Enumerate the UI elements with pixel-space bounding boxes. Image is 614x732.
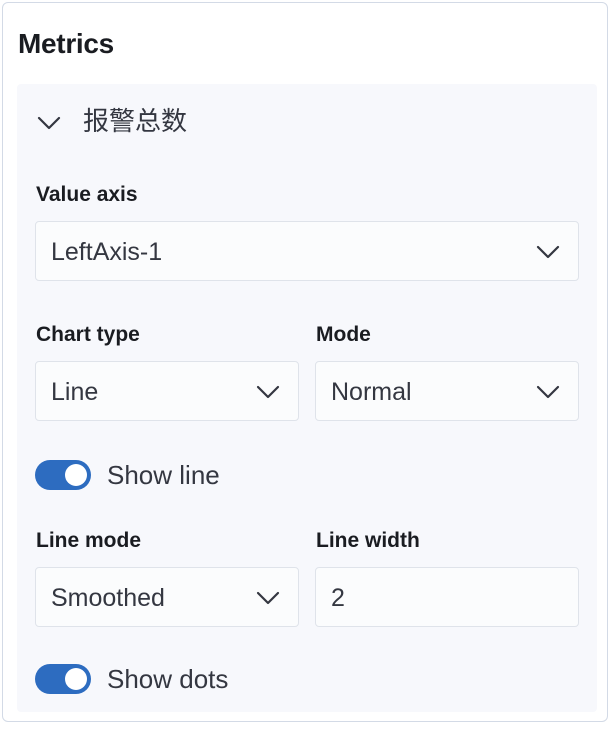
panel-title: Metrics — [18, 28, 114, 59]
line-width-value: 2 — [331, 584, 345, 612]
chevron-down-icon — [536, 245, 560, 259]
switch-knob — [65, 464, 87, 486]
switch-knob — [65, 668, 87, 690]
mode-select[interactable]: Normal — [315, 361, 579, 421]
show-dots-switch[interactable] — [35, 664, 91, 694]
show-line-label: Show line — [107, 460, 220, 490]
mode-value: Normal — [331, 378, 412, 406]
chevron-down-icon — [37, 116, 61, 130]
mode-label: Mode — [316, 323, 371, 346]
value-axis-value: LeftAxis-1 — [51, 238, 163, 266]
metric-name: 报警总数 — [83, 107, 188, 137]
value-axis-label: Value axis — [36, 183, 138, 206]
chart-type-value: Line — [51, 378, 99, 406]
show-dots-label: Show dots — [107, 664, 229, 694]
chevron-down-icon — [256, 591, 280, 605]
line-mode-label: Line mode — [36, 529, 142, 552]
value-axis-select[interactable]: LeftAxis-1 — [35, 221, 579, 281]
line-mode-select[interactable]: Smoothed — [35, 567, 299, 627]
chart-type-label: Chart type — [36, 323, 140, 346]
line-mode-value: Smoothed — [51, 584, 165, 612]
line-width-label: Line width — [316, 529, 420, 552]
metric-section: 报警总数 Value axis LeftAxis-1 Chart type Li… — [17, 84, 597, 712]
metrics-panel: Metrics 报警总数 Value axis LeftAxis-1 Chart… — [2, 2, 608, 722]
chevron-down-icon — [536, 385, 560, 399]
show-line-switch[interactable] — [35, 460, 91, 490]
metric-accordion-toggle[interactable]: 报警总数 — [17, 84, 597, 160]
chart-type-select[interactable]: Line — [35, 361, 299, 421]
chevron-down-icon — [256, 385, 280, 399]
line-width-input[interactable]: 2 — [315, 567, 579, 627]
